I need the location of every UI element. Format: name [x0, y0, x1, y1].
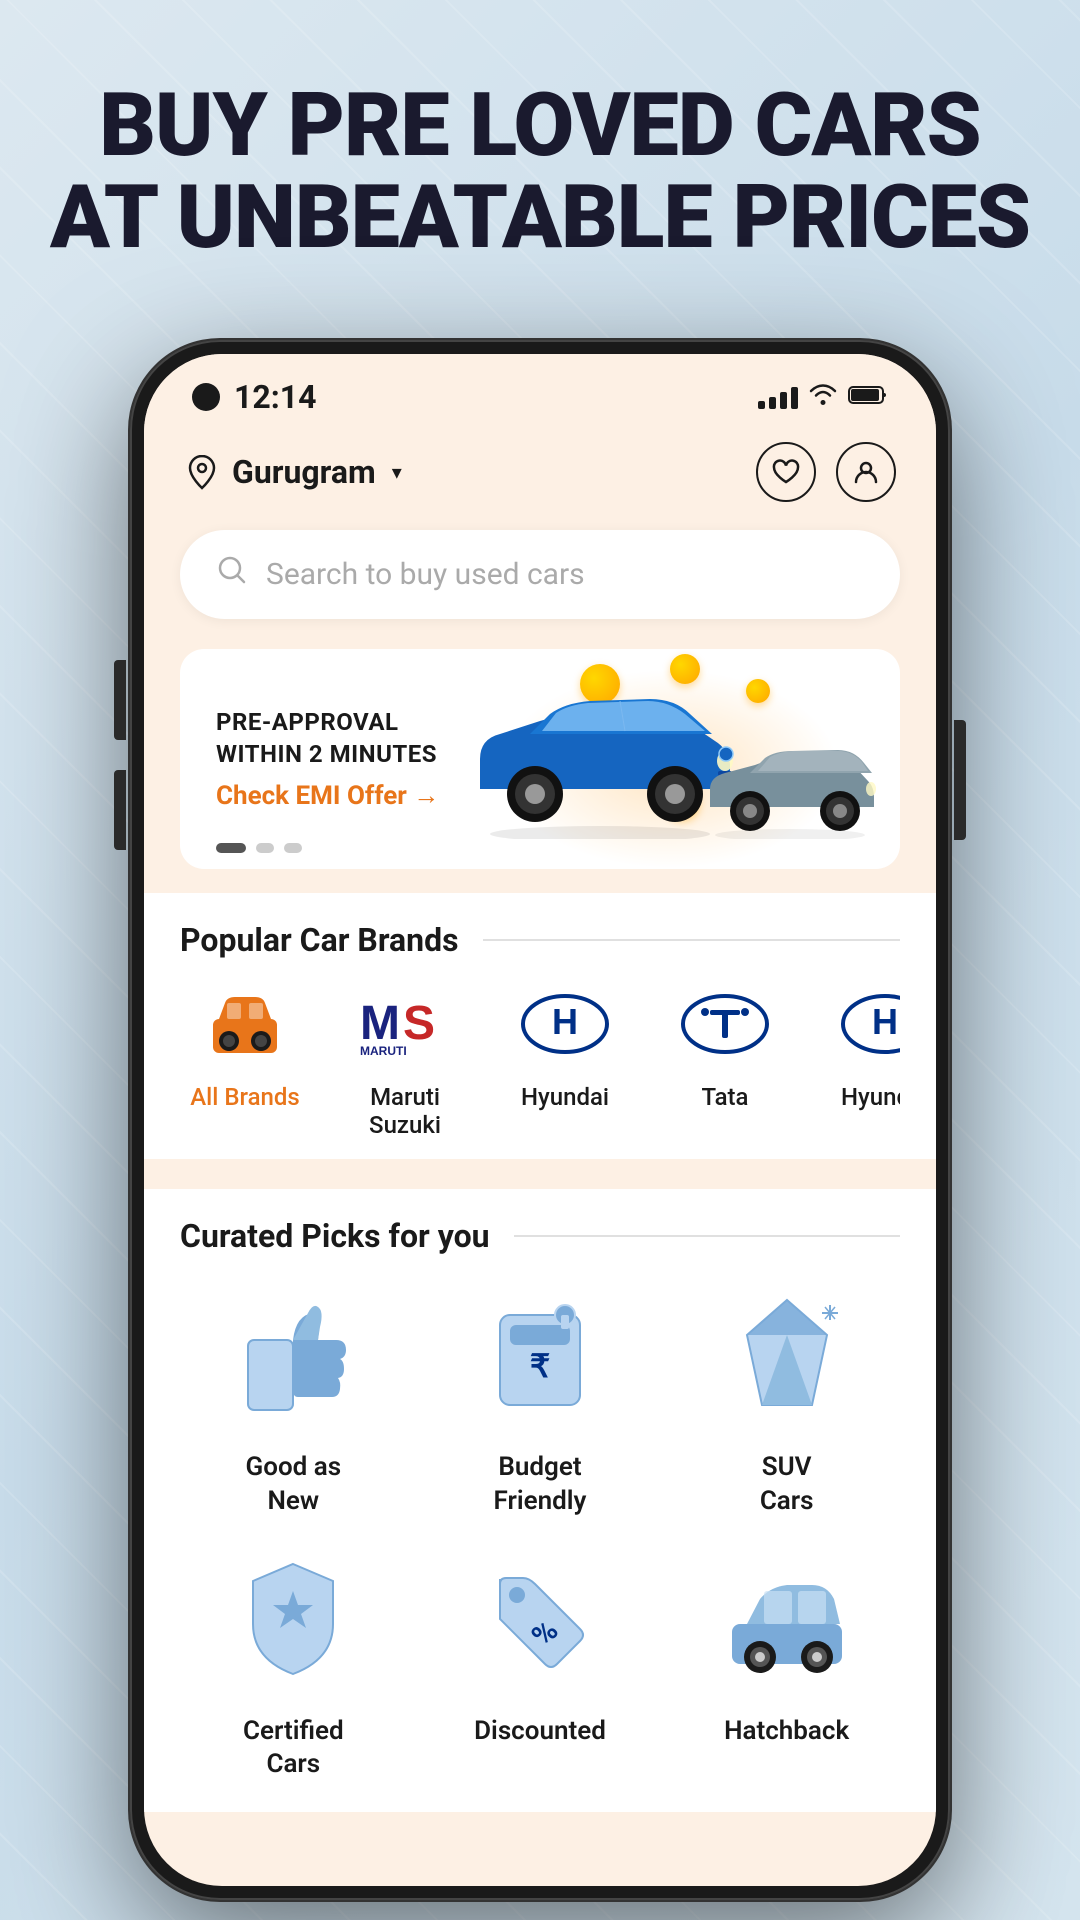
popular-brands-title: Popular Car Brands [180, 921, 459, 959]
curated-item-budget[interactable]: ₹ BudgetFriendly [427, 1275, 654, 1519]
popular-brands-header: Popular Car Brands [180, 893, 900, 979]
brand-label-maruti: Maruti Suzuki [340, 1083, 470, 1139]
hatchback-icon [707, 1539, 867, 1699]
search-placeholder-text: Search to buy used cars [266, 557, 585, 592]
location-label: Gurugram [232, 453, 376, 491]
signal-icon [758, 385, 798, 409]
blue-car-icon: + [460, 679, 740, 839]
brand-label-tata: Tata [702, 1083, 749, 1111]
popular-brands-section: Popular Car Brands [144, 893, 936, 1159]
curated-item-good-as-new[interactable]: Good asNew [180, 1275, 407, 1519]
search-icon [216, 554, 248, 595]
brand-item-all[interactable]: All Brands [180, 979, 310, 1139]
wifi-icon [808, 383, 838, 411]
status-bar: 12:14 [144, 354, 936, 426]
app-header: Gurugram ▾ [144, 426, 936, 522]
banner-line2: WITHIN 2 MINUTES [216, 739, 439, 770]
slide-dots [216, 843, 302, 853]
search-container: Search to buy used cars [144, 522, 936, 639]
brands-list: All Brands M S MARUTI SUZUKI [180, 979, 900, 1159]
brand-item-tata[interactable]: Tata [660, 979, 790, 1139]
curated-item-certified[interactable]: CertifiedCars [180, 1539, 407, 1783]
curated-item-hatchback[interactable]: Hatchback [673, 1539, 900, 1783]
curated-label-discount: Discounted [474, 1715, 606, 1749]
curated-item-discount[interactable]: % Discounted [427, 1539, 654, 1783]
curated-label-suv: SUVCars [760, 1451, 814, 1519]
chevron-down-icon: ▾ [392, 460, 402, 484]
suv-icon [707, 1275, 867, 1435]
profile-button[interactable] [836, 442, 896, 502]
banner-line1: PRE-APPROVAL [216, 707, 439, 738]
brand-logo-hyundai: H [505, 979, 625, 1069]
brand-item-hyundai2[interactable]: H Hyundai [820, 979, 900, 1139]
emi-banner[interactable]: PRE-APPROVAL WITHIN 2 MINUTES Check EMI … [180, 649, 900, 869]
curated-grid: Good asNew [180, 1275, 900, 1812]
section-divider-curated [514, 1235, 900, 1237]
section-divider [483, 939, 900, 941]
curated-picks-header: Curated Picks for you [180, 1189, 900, 1275]
status-icons [758, 383, 888, 411]
svg-text:H: H [552, 1001, 578, 1042]
camera-dot [192, 383, 220, 411]
svg-text:MARUTI: MARUTI [360, 1044, 407, 1058]
svg-text:M: M [360, 997, 400, 1050]
curated-picks-title: Curated Picks for you [180, 1217, 490, 1255]
brand-logo-hyundai2: H [825, 979, 900, 1069]
slide-dot-1[interactable] [216, 843, 246, 853]
hero-title: BUY PRE LOVED CARS AT UNBEATABLE PRICES [40, 80, 1040, 265]
brand-label-hyundai: Hyundai [521, 1083, 609, 1111]
status-time: 12:14 [234, 378, 316, 416]
brand-label-hyundai2: Hyundai [841, 1083, 900, 1111]
discount-icon: % [460, 1539, 620, 1699]
gray-car-icon [700, 729, 880, 839]
budget-icon: ₹ [460, 1275, 620, 1435]
svg-text:SUZUKI: SUZUKI [360, 1058, 405, 1059]
location-icon [184, 454, 220, 490]
brand-label-all: All Brands [190, 1083, 300, 1111]
brand-item-maruti[interactable]: M S MARUTI SUZUKI Maruti Suzuki [340, 979, 470, 1139]
svg-text:₹: ₹ [530, 1348, 550, 1384]
search-bar[interactable]: Search to buy used cars [180, 530, 900, 619]
slide-dot-3[interactable] [284, 843, 302, 853]
wishlist-button[interactable] [756, 442, 816, 502]
hero-section: BUY PRE LOVED CARS AT UNBEATABLE PRICES [0, 80, 1080, 265]
banner-cta[interactable]: Check EMI Offer → [216, 780, 439, 811]
curated-label-budget: BudgetFriendly [494, 1451, 587, 1519]
phone-mockup: 12:14 [130, 340, 950, 1900]
curated-label-certified: CertifiedCars [243, 1715, 344, 1783]
svg-text:H: H [872, 1001, 898, 1042]
svg-text:S: S [403, 997, 435, 1050]
phone-screen: 12:14 [144, 354, 936, 1886]
certified-icon [213, 1539, 373, 1699]
brand-item-hyundai[interactable]: H Hyundai [500, 979, 630, 1139]
banner-cars: + [460, 679, 880, 839]
brand-logo-all [185, 979, 305, 1069]
battery-icon [848, 384, 888, 410]
slide-dot-2[interactable] [256, 843, 274, 853]
location-selector[interactable]: Gurugram ▾ [184, 453, 402, 491]
banner-text: PRE-APPROVAL WITHIN 2 MINUTES Check EMI … [216, 707, 439, 810]
curated-label-hatchback: Hatchback [724, 1715, 849, 1749]
brand-logo-maruti: M S MARUTI SUZUKI [345, 979, 465, 1069]
brand-logo-tata [665, 979, 785, 1069]
header-actions [756, 442, 896, 502]
curated-item-suv[interactable]: SUVCars [673, 1275, 900, 1519]
curated-label-good-as-new: Good asNew [246, 1451, 342, 1519]
phone-frame: 12:14 [130, 340, 950, 1900]
curated-picks-section: Curated Picks for you [144, 1189, 936, 1812]
good-as-new-icon [213, 1275, 373, 1435]
